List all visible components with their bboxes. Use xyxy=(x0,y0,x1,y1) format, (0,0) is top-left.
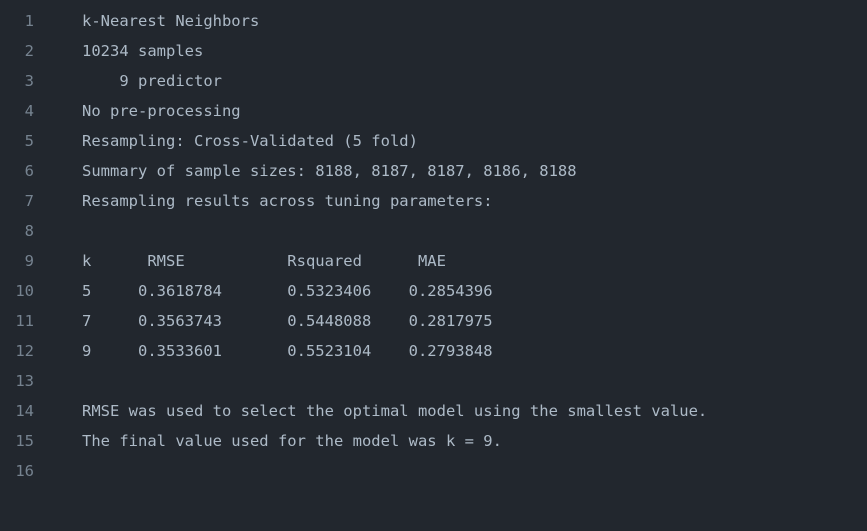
line-text: 9 0.3533601 0.5523104 0.2793848 xyxy=(82,342,493,360)
code-line: 5 Resampling: Cross-Validated (5 fold) xyxy=(0,126,867,156)
line-text: 5 0.3618784 0.5323406 0.2854396 xyxy=(82,282,493,300)
code-line: 15 The final value used for the model was… xyxy=(0,426,867,456)
line-text: The final value used for the model was k… xyxy=(82,432,502,450)
line-text: Resampling results across tuning paramet… xyxy=(82,192,493,210)
line-number: 14 xyxy=(15,402,34,420)
code-line: 12 9 0.3533601 0.5523104 0.2793848 xyxy=(0,336,867,366)
line-number: 8 xyxy=(24,222,34,240)
line-number: 2 xyxy=(24,42,34,60)
line-number: 4 xyxy=(24,102,34,120)
line-number: 16 xyxy=(15,462,34,480)
code-line: 4 No pre-processing xyxy=(0,96,867,126)
code-line: 13 xyxy=(0,366,867,396)
line-number: 9 xyxy=(24,252,34,270)
code-line: 1 k-Nearest Neighbors xyxy=(0,6,867,36)
line-text: k-Nearest Neighbors xyxy=(82,12,260,30)
line-text: No pre-processing xyxy=(82,102,241,120)
line-number: 3 xyxy=(24,72,34,90)
line-text: Resampling: Cross-Validated (5 fold) xyxy=(82,132,418,150)
line-number: 13 xyxy=(15,372,34,390)
code-line: 10 5 0.3618784 0.5323406 0.2854396 xyxy=(0,276,867,306)
code-line: 6 Summary of sample sizes: 8188, 8187, 81… xyxy=(0,156,867,186)
line-number: 11 xyxy=(15,312,34,330)
line-text: Summary of sample sizes: 8188, 8187, 818… xyxy=(82,162,577,180)
line-text: 9 predictor xyxy=(82,72,222,90)
line-text: 10234 samples xyxy=(82,42,204,60)
code-line: 14 RMSE was used to select the optimal mo… xyxy=(0,396,867,426)
line-number: 10 xyxy=(15,282,34,300)
code-block: 1 k-Nearest Neighbors 2 10234 samples 3 9 … xyxy=(0,6,867,486)
line-text: k RMSE Rsquared MAE xyxy=(82,252,446,270)
line-number: 7 xyxy=(24,192,34,210)
line-text: RMSE was used to select the optimal mode… xyxy=(82,402,708,420)
code-line: 3 9 predictor xyxy=(0,66,867,96)
code-line: 16 xyxy=(0,456,867,486)
code-line: 11 7 0.3563743 0.5448088 0.2817975 xyxy=(0,306,867,336)
code-line: 9 k RMSE Rsquared MAE xyxy=(0,246,867,276)
line-number: 12 xyxy=(15,342,34,360)
line-number: 1 xyxy=(24,12,34,30)
code-line: 2 10234 samples xyxy=(0,36,867,66)
line-text: 7 0.3563743 0.5448088 0.2817975 xyxy=(82,312,493,330)
line-number: 5 xyxy=(24,132,34,150)
code-line: 8 xyxy=(0,216,867,246)
code-line: 7 Resampling results across tuning parame… xyxy=(0,186,867,216)
line-number: 15 xyxy=(15,432,34,450)
line-number: 6 xyxy=(24,162,34,180)
